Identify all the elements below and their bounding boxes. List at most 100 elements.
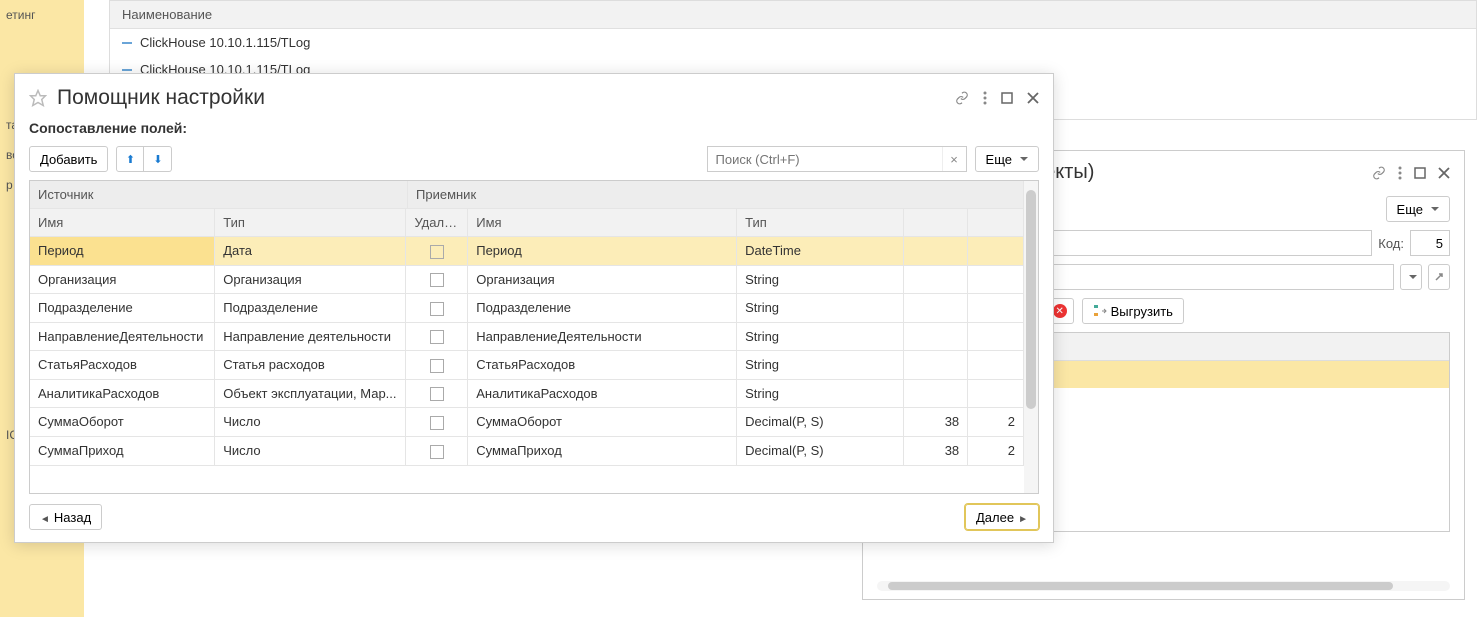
checkbox[interactable] xyxy=(430,273,444,287)
col-delete[interactable]: Удалить xyxy=(406,209,468,236)
more-button[interactable]: Еще xyxy=(1386,196,1450,222)
checkbox[interactable] xyxy=(430,387,444,401)
table-row[interactable]: АналитикаРасходов Объект эксплуатации, Ма… xyxy=(30,380,1024,409)
group-header-dest: Приемник xyxy=(408,181,1024,208)
table-row[interactable]: ПодразделениеПодразделениеПодразделениеS… xyxy=(30,294,1024,323)
cell-scale xyxy=(968,237,1024,265)
star-icon[interactable] xyxy=(29,89,47,107)
col-precision[interactable] xyxy=(904,209,968,236)
bg-list-header: Наименование xyxy=(110,1,1476,29)
col-scale[interactable] xyxy=(968,209,1024,236)
kebab-icon[interactable] xyxy=(983,91,987,105)
delete-icon: ✕ xyxy=(1053,304,1067,318)
sidebar-item[interactable]: етинг xyxy=(0,0,84,30)
cell-src-type: Число xyxy=(215,408,406,436)
arrow-left-icon xyxy=(40,510,50,525)
cell-dst-type: Decimal(P, S) xyxy=(737,437,904,465)
checkbox[interactable] xyxy=(430,445,444,459)
table-row[interactable]: ОрганизацияОрганизацияОрганизацияString xyxy=(30,266,1024,295)
table-row[interactable]: СуммаОборотЧислоСуммаОборотDecimal(P, S)… xyxy=(30,408,1024,437)
vertical-scrollbar[interactable] xyxy=(1024,181,1038,493)
table-row[interactable]: НаправлениеДеятельностиНаправление деяте… xyxy=(30,323,1024,352)
cell-precision xyxy=(904,294,968,322)
maximize-icon[interactable] xyxy=(1001,92,1013,104)
cell-dst-name: Подразделение xyxy=(468,294,737,322)
path-dropdown[interactable] xyxy=(1400,264,1422,290)
move-down-button[interactable] xyxy=(144,146,172,172)
table-row[interactable]: СтатьяРасходовСтатья расходовСтатьяРасхо… xyxy=(30,351,1024,380)
cell-dst-type: String xyxy=(737,266,904,294)
cell-delete[interactable] xyxy=(406,294,468,322)
table-row[interactable]: СуммаПриходЧислоСуммаПриходDecimal(P, S)… xyxy=(30,437,1024,466)
dash-icon xyxy=(122,69,132,71)
col-src-type[interactable]: Тип xyxy=(215,209,406,236)
back-button[interactable]: Назад xyxy=(29,504,102,530)
arrow-right-icon xyxy=(1018,510,1028,525)
more-button[interactable]: Еще xyxy=(975,146,1039,172)
link-icon[interactable] xyxy=(955,91,969,105)
cell-src-type: Подразделение xyxy=(215,294,406,322)
clear-search-icon[interactable]: × xyxy=(942,147,966,171)
checkbox[interactable] xyxy=(430,359,444,373)
cell-delete[interactable] xyxy=(406,266,468,294)
next-button[interactable]: Далее xyxy=(965,504,1039,530)
cell-dst-name: СуммаПриход xyxy=(468,437,737,465)
cell-precision xyxy=(904,237,968,265)
cell-delete[interactable] xyxy=(406,351,468,379)
add-button[interactable]: Добавить xyxy=(29,146,108,172)
bg-list-row[interactable]: ClickHouse 10.10.1.115/TLog xyxy=(110,29,1476,56)
cell-scale xyxy=(968,294,1024,322)
horizontal-scrollbar[interactable] xyxy=(877,581,1450,591)
table-row[interactable]: ПериодДатаПериодDateTime xyxy=(30,237,1024,266)
cell-delete[interactable] xyxy=(406,380,468,408)
dialog-subtitle: Сопоставление полей: xyxy=(29,120,1039,136)
col-dst-type[interactable]: Тип xyxy=(737,209,904,236)
close-icon[interactable] xyxy=(1438,167,1450,179)
wizard-dialog: Помощник настройки Сопоставление полей: … xyxy=(14,73,1054,543)
cell-dst-type: String xyxy=(737,323,904,351)
link-icon[interactable] xyxy=(1372,166,1386,180)
cell-src-name: НаправлениеДеятельности xyxy=(30,323,215,351)
col-dst-name[interactable]: Имя xyxy=(468,209,737,236)
cell-src-type: Направление деятельности xyxy=(215,323,406,351)
search-input-wrap: × xyxy=(707,146,967,172)
cell-precision xyxy=(904,380,968,408)
cell-scale: 2 xyxy=(968,437,1024,465)
cell-src-type: Статья расходов xyxy=(215,351,406,379)
cell-dst-type: String xyxy=(737,380,904,408)
checkbox[interactable] xyxy=(430,416,444,430)
checkbox[interactable] xyxy=(430,330,444,344)
cell-precision: 38 xyxy=(904,408,968,436)
cell-src-type: Объект эксплуатации, Мар... xyxy=(215,380,406,408)
checkbox[interactable] xyxy=(430,245,444,259)
cell-dst-type: String xyxy=(737,294,904,322)
cell-dst-type: Decimal(P, S) xyxy=(737,408,904,436)
close-icon[interactable] xyxy=(1027,92,1039,104)
col-src-name[interactable]: Имя xyxy=(30,209,215,236)
move-up-button[interactable] xyxy=(116,146,144,172)
cell-dst-type: DateTime xyxy=(737,237,904,265)
cell-src-type: Дата xyxy=(215,237,406,265)
maximize-icon[interactable] xyxy=(1414,167,1426,179)
cell-delete[interactable] xyxy=(406,408,468,436)
cell-dst-name: СуммаОборот xyxy=(468,408,737,436)
cell-src-name: Организация xyxy=(30,266,215,294)
checkbox[interactable] xyxy=(430,302,444,316)
code-input[interactable] xyxy=(1410,230,1450,256)
search-input[interactable] xyxy=(708,152,942,167)
cell-src-name: Период xyxy=(30,237,215,265)
cell-delete[interactable] xyxy=(406,437,468,465)
cell-delete[interactable] xyxy=(406,237,468,265)
cell-precision xyxy=(904,351,968,379)
cell-scale xyxy=(968,351,1024,379)
path-open[interactable] xyxy=(1428,264,1450,290)
cell-precision xyxy=(904,266,968,294)
cell-dst-name: АналитикаРасходов xyxy=(468,380,737,408)
kebab-icon[interactable] xyxy=(1398,166,1402,180)
cell-dst-type: String xyxy=(737,351,904,379)
cell-delete[interactable] xyxy=(406,323,468,351)
export-button[interactable]: Выгрузить xyxy=(1082,298,1184,324)
code-label: Код: xyxy=(1378,236,1404,251)
dialog-title: Помощник настройки xyxy=(57,86,265,110)
cell-scale xyxy=(968,380,1024,408)
